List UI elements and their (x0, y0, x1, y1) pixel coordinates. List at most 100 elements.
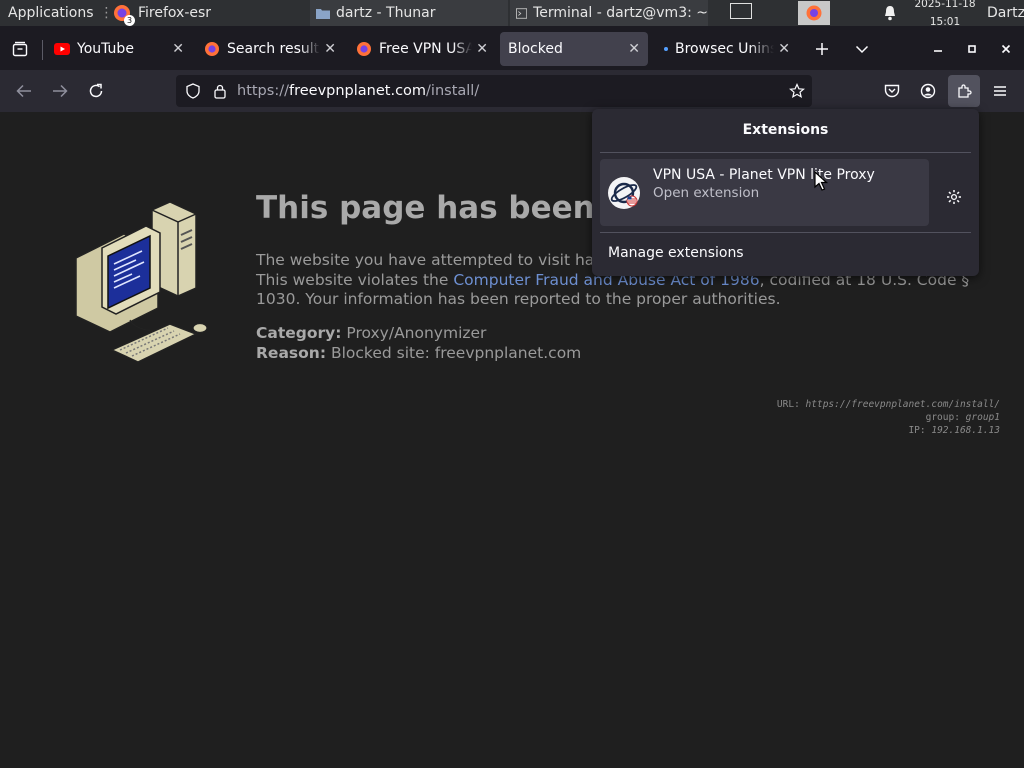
clock-time: 15:01 (929, 16, 961, 26)
info-ip-value: 192.168.1.13 (931, 425, 1000, 436)
reason-label: Reason: (256, 343, 327, 362)
tab-bar: YouTube ✕ Search results ✕ Free VPN USA … (0, 28, 1024, 70)
reason-row: Reason: Blocked site: freevpnplanet.com (256, 344, 581, 364)
firefox-icon (357, 42, 371, 56)
arrow-right-icon (53, 84, 68, 98)
info-ip-label: IP: (908, 425, 926, 436)
arrow-left-icon (16, 84, 31, 98)
tab-label: Search results (227, 41, 321, 57)
tab-youtube[interactable]: YouTube ✕ (46, 32, 192, 66)
url-bar[interactable]: https://freevpnplanet.com/install/ (176, 75, 812, 107)
taskbar-terminal-button[interactable]: Terminal - dartz@vm3: ~ (510, 0, 708, 26)
menu-separator-icon: ⋮ (99, 5, 108, 21)
applications-label: Applications (8, 5, 94, 21)
taskbar-terminal-label: Terminal - dartz@vm3: ~ (533, 5, 708, 21)
info-ip-row: IP: 192.168.1.13 (777, 424, 1000, 437)
tab-label: YouTube (77, 41, 134, 57)
info-url-label: URL: (776, 399, 800, 410)
reload-button[interactable] (80, 75, 112, 107)
request-info: URL: https://freevpnplanet.com/install/ … (777, 398, 1000, 437)
applications-menu[interactable]: Applications ⋮ (2, 0, 108, 26)
tab-divider (42, 40, 43, 60)
tab-label: Browsec Uninstall (675, 41, 775, 57)
reason-value: Blocked site: freevpnplanet.com (330, 343, 582, 362)
firefox-view-button[interactable] (4, 33, 36, 65)
gear-icon (947, 190, 961, 204)
category-label: Category: (256, 324, 342, 342)
extensions-panel: Extensions VPN USA - Planet VPN lite Pro… (592, 109, 979, 276)
puzzle-icon (958, 84, 972, 98)
clock[interactable]: 2025-11-18 15:01 (908, 0, 982, 26)
navigation-toolbar: https://freevpnplanet.com/install/ (0, 70, 1024, 112)
tray-firefox-button[interactable] (798, 1, 830, 25)
extension-settings-button[interactable] (940, 183, 968, 211)
tracking-protection-icon[interactable] (185, 83, 201, 99)
bookmark-star-icon[interactable] (789, 83, 805, 99)
planet-vpn-icon (608, 177, 640, 209)
user-label: Dartz (987, 5, 1024, 21)
tab-search-results[interactable]: Search results ✕ (196, 32, 344, 66)
youtube-icon (54, 43, 70, 55)
tab-label: Blocked (508, 41, 563, 57)
desktop-taskbar: Applications ⋮ 3 Firefox-esr dartz - Thu… (0, 0, 1024, 26)
minimize-icon (934, 50, 942, 52)
new-tab-button[interactable] (806, 33, 838, 65)
extensions-button[interactable] (948, 75, 980, 107)
maximize-icon (968, 45, 976, 53)
plus-icon (816, 43, 828, 55)
extension-item-vpn-usa[interactable]: VPN USA - Planet VPN lite Proxy Open ext… (600, 159, 929, 226)
firefox-view-icon (12, 41, 28, 57)
account-button[interactable] (912, 75, 944, 107)
minimize-button[interactable] (922, 33, 954, 65)
account-icon (920, 83, 936, 99)
folder-icon (316, 9, 330, 19)
tab-browsec[interactable]: Browsec Uninstall ✕ (656, 32, 798, 66)
terminal-icon (516, 7, 528, 19)
list-all-tabs-button[interactable] (846, 33, 878, 65)
bell-icon (885, 6, 895, 21)
category-value: Proxy/Anonymizer (346, 324, 487, 342)
close-tab-icon[interactable]: ✕ (324, 41, 336, 57)
info-group-value: group1 (965, 412, 1000, 423)
close-tab-icon[interactable]: ✕ (778, 41, 790, 57)
tab-blocked[interactable]: Blocked ✕ (500, 32, 648, 66)
close-icon (1001, 44, 1011, 54)
maximize-button[interactable] (956, 33, 988, 65)
info-url-row: URL: https://freevpnplanet.com/install/ (777, 398, 1000, 411)
extension-action: Open extension (653, 185, 760, 201)
manage-extensions-button[interactable]: Manage extensions (608, 245, 744, 261)
taskbar-firefox-label: Firefox-esr (138, 5, 212, 21)
firefox-icon (806, 5, 822, 21)
close-window-button[interactable] (990, 33, 1022, 65)
taskbar-firefox-button[interactable]: 3 Firefox-esr (112, 0, 308, 26)
url-text[interactable]: https://freevpnplanet.com/install/ (237, 83, 479, 99)
tab-label: Free VPN USA (379, 41, 473, 57)
chevron-down-icon (855, 45, 869, 54)
hamburger-menu-icon (994, 86, 1006, 96)
panel-divider (600, 232, 971, 233)
forward-button[interactable] (44, 75, 76, 107)
lock-icon[interactable] (213, 83, 227, 99)
reload-icon (89, 83, 103, 98)
url-host: freevpnplanet.com (288, 83, 427, 99)
window-count-badge: 3 (124, 15, 135, 26)
close-tab-icon[interactable]: ✕ (476, 41, 488, 57)
extensions-panel-title: Extensions (742, 122, 829, 138)
dot-icon (664, 47, 668, 51)
user-menu[interactable]: Dartz (987, 0, 1024, 26)
back-button[interactable] (8, 75, 40, 107)
info-group-row: group: group1 (777, 411, 1000, 424)
clock-date: 2025-11-18 (914, 0, 976, 10)
pocket-button[interactable] (876, 75, 908, 107)
app-menu-button[interactable] (984, 75, 1016, 107)
info-group-label: group: (925, 412, 960, 423)
taskbar-thunar-button[interactable]: dartz - Thunar (310, 0, 508, 26)
close-tab-icon[interactable]: ✕ (628, 41, 640, 57)
pocket-icon (884, 84, 900, 98)
notifications-button[interactable] (880, 0, 900, 26)
workspace-switcher[interactable] (730, 3, 752, 19)
close-tab-icon[interactable]: ✕ (172, 41, 184, 57)
tab-free-vpn[interactable]: Free VPN USA ✕ (348, 32, 496, 66)
mouse-cursor-icon (814, 171, 828, 191)
computer-illustration-icon (75, 201, 208, 363)
